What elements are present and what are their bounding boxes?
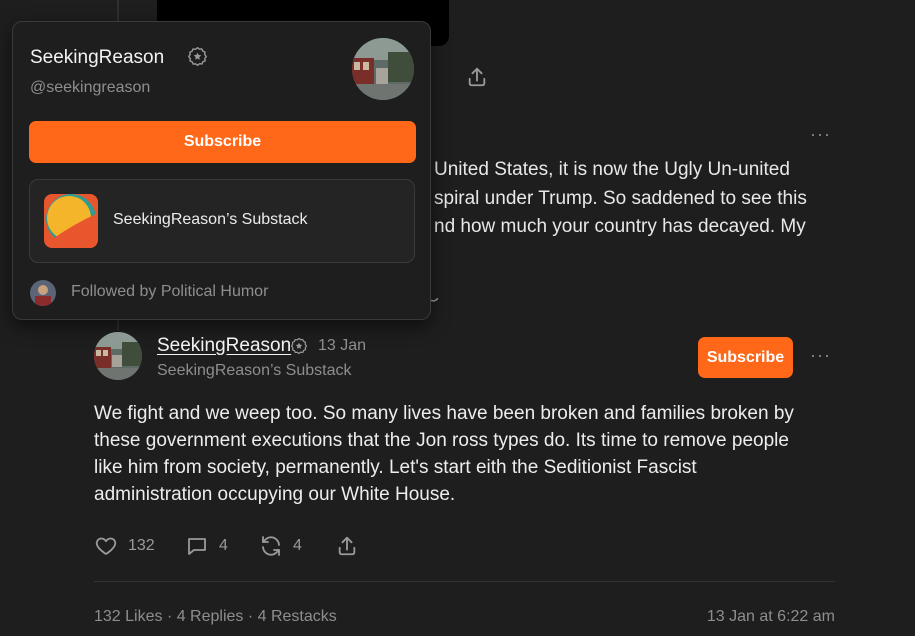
share-button[interactable]	[336, 534, 358, 558]
post-body-line: administration occupying our White House…	[94, 484, 456, 505]
post-body-line: these government executions that the Jon…	[94, 430, 789, 451]
post-body: United States, it is now the Ugly Un-uni…	[434, 156, 854, 242]
comment-button[interactable]: 4	[185, 534, 228, 558]
post-body-line: like him from society, permanently. Let'…	[94, 457, 697, 478]
post-body-line: nd how much your country has decayed. My	[434, 216, 806, 237]
like-button[interactable]: 132	[94, 534, 155, 558]
follower-avatar	[30, 280, 56, 306]
heart-icon	[95, 537, 117, 555]
restack-icon	[262, 536, 280, 556]
verified-badge-icon	[290, 337, 308, 355]
verified-badge-icon	[187, 46, 208, 67]
author-name[interactable]: SeekingReason	[157, 335, 291, 357]
subscribe-button[interactable]: Subscribe	[29, 121, 416, 163]
followed-by-text: Followed by Political Humor	[71, 283, 269, 300]
divider	[94, 581, 835, 582]
publication-logo	[44, 194, 98, 248]
like-count: 132	[128, 537, 155, 554]
publication-name: SeekingReason’s Substack	[113, 211, 308, 228]
comment-count: 4	[219, 537, 228, 554]
avatar[interactable]	[352, 38, 414, 100]
profile-hover-card: SeekingReason @seekingreason Subscribe S…	[12, 21, 431, 320]
engagement-stats[interactable]: 132 Likes · 4 Replies · 4 Restacks	[94, 608, 337, 626]
more-dots-icon[interactable]: ···	[810, 345, 831, 366]
post-body-line: spiral under Trump. So saddened to see t…	[434, 187, 807, 209]
post-body-line: We fight and we weep too. So many lives …	[94, 403, 794, 424]
post-timestamp[interactable]: 13 Jan at 6:22 am	[707, 608, 835, 626]
share-icon[interactable]	[466, 66, 488, 88]
profile-handle: @seekingreason	[30, 79, 151, 96]
subscribe-button[interactable]: Subscribe	[698, 337, 793, 378]
post-date[interactable]: 13 Jan	[318, 337, 366, 355]
restack-count: 4	[293, 537, 302, 554]
more-dots-icon[interactable]: ···	[810, 124, 831, 145]
publication-card[interactable]: SeekingReason’s Substack	[29, 179, 415, 263]
post-body: We fight and we weep too. So many lives …	[94, 400, 824, 508]
restack-button[interactable]: 4	[259, 534, 302, 558]
comment-icon	[188, 538, 206, 555]
share-icon	[338, 536, 356, 556]
avatar[interactable]	[94, 332, 142, 380]
publication-name[interactable]: SeekingReason’s Substack	[157, 362, 352, 380]
profile-name[interactable]: SeekingReason	[30, 47, 164, 69]
post-body-line: United States, it is now the Ugly Un-uni…	[434, 159, 790, 180]
